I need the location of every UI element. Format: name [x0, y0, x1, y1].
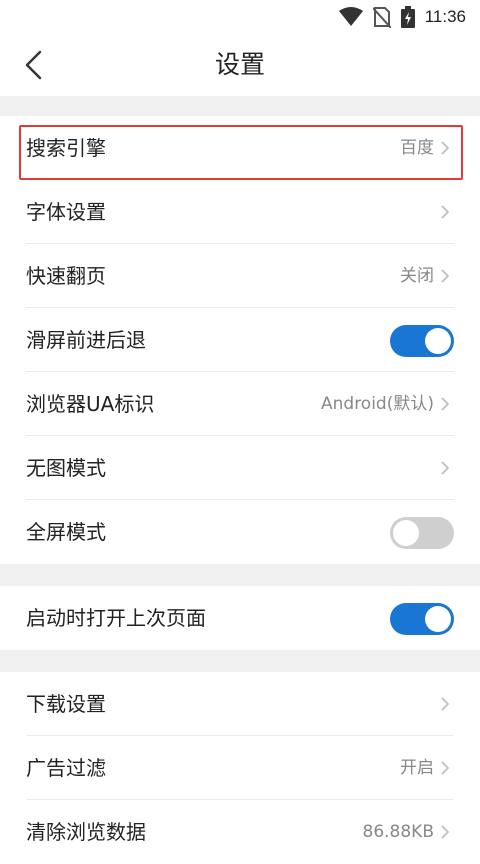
- setting-value: 关闭: [400, 266, 434, 286]
- chevron-right-icon: [441, 141, 450, 155]
- section-gap: [0, 564, 480, 586]
- setting-label: 启动时打开上次页面: [26, 606, 206, 630]
- setting-user-agent[interactable]: 浏览器UA标识 Android(默认): [0, 372, 480, 436]
- setting-value: Android(默认): [321, 394, 434, 414]
- fullscreen-mode-toggle[interactable]: [390, 517, 454, 549]
- setting-search-engine[interactable]: 搜索引擎 百度: [0, 116, 480, 180]
- section-gap: [0, 96, 480, 116]
- setting-label: 广告过滤: [26, 756, 106, 780]
- toggle-knob: [425, 606, 451, 632]
- setting-value: 86.88KB: [362, 822, 434, 842]
- chevron-right-icon: [441, 205, 450, 219]
- wifi-icon: [338, 7, 363, 26]
- chevron-right-icon: [441, 269, 450, 283]
- setting-label: 搜索引擎: [26, 136, 106, 160]
- setting-restore-last-page: 启动时打开上次页面: [0, 586, 480, 650]
- page-title: 设置: [214, 50, 265, 79]
- setting-label: 快速翻页: [26, 264, 106, 288]
- no-sim-icon: [372, 7, 391, 28]
- chevron-right-icon: [441, 761, 450, 775]
- header: 设置: [0, 34, 480, 96]
- setting-font[interactable]: 字体设置: [0, 180, 480, 244]
- setting-label: 下载设置: [26, 692, 106, 716]
- setting-value: 百度: [400, 138, 434, 158]
- setting-label: 滑屏前进后退: [26, 328, 146, 352]
- status-bar: 11:36: [0, 0, 480, 34]
- battery-charging-icon: [400, 6, 415, 28]
- setting-label: 浏览器UA标识: [26, 392, 155, 416]
- setting-label: 无图模式: [26, 456, 106, 480]
- chevron-right-icon: [441, 697, 450, 711]
- restore-last-page-toggle[interactable]: [390, 603, 454, 635]
- status-icons: 11:36: [338, 5, 466, 29]
- setting-no-image-mode[interactable]: 无图模式: [0, 436, 480, 500]
- swipe-navigation-toggle[interactable]: [390, 325, 454, 357]
- section-gap: [0, 650, 480, 672]
- status-time: 11:36: [424, 7, 466, 26]
- setting-download[interactable]: 下载设置: [0, 672, 480, 736]
- chevron-right-icon: [441, 397, 450, 411]
- setting-label: 字体设置: [26, 200, 106, 224]
- setting-ad-filter[interactable]: 广告过滤 开启: [0, 736, 480, 800]
- chevron-right-icon: [441, 825, 450, 839]
- toggle-knob: [393, 520, 419, 546]
- setting-label: 清除浏览数据: [26, 820, 146, 844]
- setting-value: 开启: [400, 758, 434, 778]
- setting-fullscreen-mode: 全屏模式: [0, 500, 480, 564]
- setting-swipe-navigation: 滑屏前进后退: [0, 308, 480, 372]
- setting-label: 全屏模式: [26, 520, 106, 544]
- toggle-knob: [425, 328, 451, 354]
- chevron-right-icon: [441, 461, 450, 475]
- setting-fast-page-turn[interactable]: 快速翻页 关闭: [0, 244, 480, 308]
- setting-clear-browsing-data[interactable]: 清除浏览数据 86.88KB: [0, 800, 480, 864]
